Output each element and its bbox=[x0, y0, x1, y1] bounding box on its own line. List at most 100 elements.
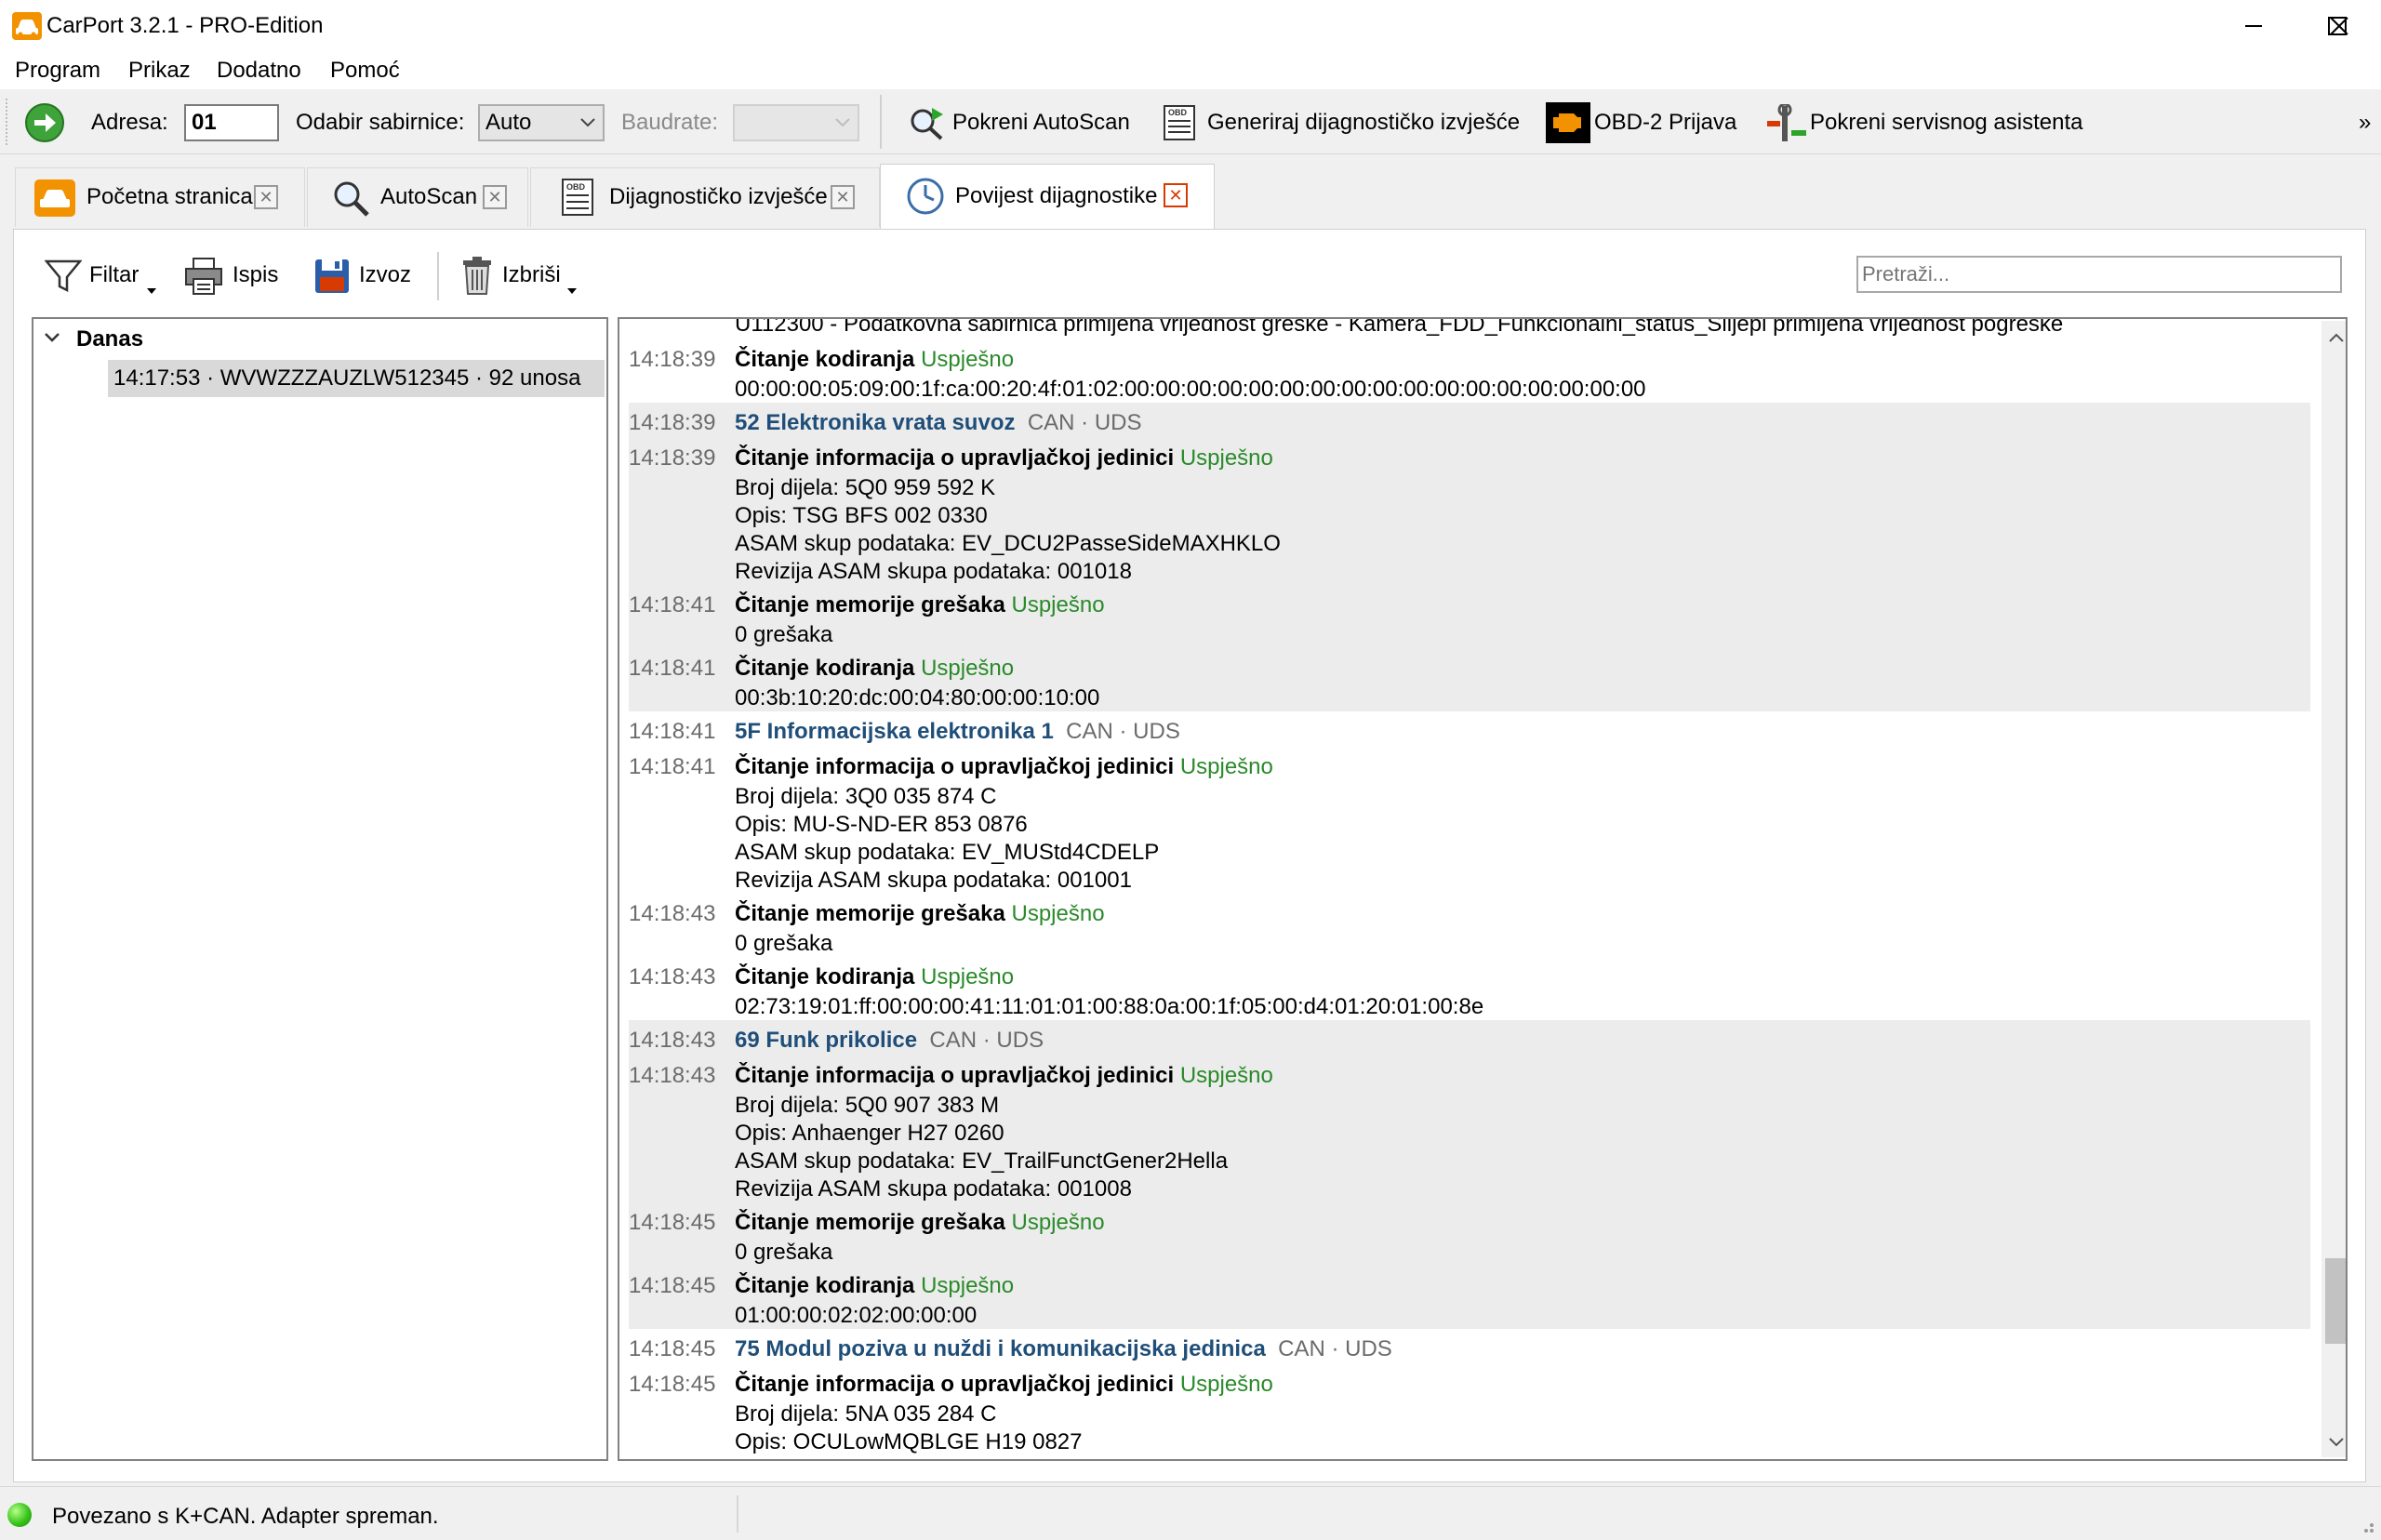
resize-grip[interactable] bbox=[2353, 1507, 2375, 1534]
tab-close-icon[interactable]: ✕ bbox=[254, 185, 278, 209]
log-status: Uspješno bbox=[1011, 592, 1105, 617]
tab-dijagnosticko-izvjesce[interactable]: OBD Dijagnostičko izvješće ✕ bbox=[530, 167, 880, 227]
log-title: Čitanje informacija o upravljačkoj jedin… bbox=[735, 445, 1175, 471]
module-row[interactable]: 14:18:41 5F Informacijska elektronika 1 … bbox=[629, 717, 2310, 747]
address-label: Adresa: bbox=[91, 110, 168, 135]
log-row: Revizija ASAM skupa podataka: 001001 bbox=[629, 866, 2310, 896]
log-detail: 02:73:19:01:ff:00:00:00:41:11:01:01:00:8… bbox=[735, 994, 1484, 1019]
log-row: Revizija ASAM skupa podataka: 001018 bbox=[629, 557, 2310, 587]
title-bar bbox=[0, 0, 2381, 52]
log-detail: 0 grešaka bbox=[735, 931, 833, 956]
log-detail: ASAM skup podataka: EV_TrailFunctGener2H… bbox=[735, 1148, 1229, 1174]
tab-povijest-dijagnostike[interactable]: Povijest dijagnostike ✕ bbox=[880, 164, 1215, 230]
minimize-icon bbox=[2245, 25, 2262, 27]
printer-icon bbox=[185, 258, 222, 295]
connect-button[interactable] bbox=[24, 102, 65, 143]
log-timestamp: 14:18:41 bbox=[629, 719, 716, 744]
log-status: Uspješno bbox=[1179, 754, 1273, 779]
log-timestamp: 14:18:39 bbox=[629, 410, 716, 435]
tree-session-item[interactable]: 14:17:53 · WVWZZZAUZLW512345 · 92 unosa bbox=[108, 360, 605, 397]
log-detail: Revizija ASAM skupa podataka: 001001 bbox=[735, 868, 1132, 893]
log-detail: ASAM skup podataka: EV_MUStd4CDELP bbox=[735, 840, 1160, 865]
autoscan-button[interactable]: Pokreni AutoScan bbox=[904, 100, 1135, 145]
log-row: Opis: OCULowMQBLGE H19 0827 bbox=[629, 1427, 2310, 1457]
log-row: 14:18:39 Čitanje informacija o upravljač… bbox=[629, 444, 2310, 473]
tab-label: AutoScan bbox=[380, 184, 478, 209]
search-input[interactable] bbox=[1856, 256, 2342, 293]
log-timestamp: 14:18:43 bbox=[629, 964, 716, 989]
print-button[interactable]: Ispis bbox=[184, 253, 288, 299]
tab-autoscan[interactable]: AutoScan ✕ bbox=[307, 167, 528, 227]
log-detail: 0 grešaka bbox=[735, 1240, 833, 1265]
obd2-login-button[interactable]: OBD-2 Prijava bbox=[1546, 100, 1737, 145]
clock-icon bbox=[907, 178, 944, 215]
export-button[interactable]: Izvoz bbox=[314, 253, 419, 299]
log-title: Čitanje kodiranja bbox=[735, 964, 915, 989]
log-timestamp: 14:18:45 bbox=[629, 1372, 716, 1397]
log-row: Broj dijela: 5Q0 959 592 K bbox=[629, 473, 2310, 503]
log-detail: 01:00:00:02:02:00:00:00 bbox=[735, 1303, 978, 1328]
log-status: Uspješno bbox=[921, 347, 1015, 372]
tab-close-icon[interactable]: ✕ bbox=[1164, 183, 1188, 207]
module-name: 5F Informacijska elektronika 1 bbox=[735, 719, 1054, 744]
scroll-up-icon[interactable] bbox=[2329, 332, 2344, 343]
menu-program[interactable]: Program bbox=[15, 56, 100, 86]
log-title: Čitanje informacija o upravljačkoj jedin… bbox=[735, 1372, 1175, 1397]
status-text: Povezano s K+CAN. Adapter spreman. bbox=[52, 1504, 439, 1529]
minimize-button[interactable] bbox=[2212, 0, 2295, 52]
tab-label: Povijest dijagnostike bbox=[955, 183, 1158, 208]
baud-select[interactable] bbox=[733, 104, 859, 141]
generate-report-button[interactable]: OBD Generiraj dijagnostičko izvješće bbox=[1161, 100, 1523, 145]
toolbar-separator bbox=[437, 252, 439, 300]
log-row: 0 grešaka bbox=[629, 1238, 2310, 1268]
menu-prikaz[interactable]: Prikaz bbox=[128, 56, 191, 86]
svg-text:OBD: OBD bbox=[1168, 108, 1188, 117]
module-bus: CAN · UDS bbox=[1066, 719, 1180, 744]
log-row: Broj dijela: 3Q0 035 874 C bbox=[629, 782, 2310, 812]
address-input[interactable]: 01 bbox=[184, 104, 279, 141]
tab-close-icon[interactable]: ✕ bbox=[831, 185, 855, 209]
menu-pomoc[interactable]: Pomoć bbox=[330, 56, 400, 86]
log-row: 14:18:45 Čitanje memorije grešaka Uspješ… bbox=[629, 1208, 2310, 1238]
log-detail: Broj dijela: 5Q0 959 592 K bbox=[735, 475, 996, 500]
chevron-down-icon[interactable] bbox=[45, 332, 60, 343]
log-row: 00:3b:10:20:dc:00:04:80:00:00:10:00 bbox=[629, 684, 2310, 713]
toolbar-overflow-button[interactable]: » bbox=[2359, 108, 2371, 138]
scroll-thumb[interactable] bbox=[2325, 1258, 2346, 1344]
baud-label: Baudrate: bbox=[621, 110, 719, 135]
module-name: 69 Funk prikolice bbox=[735, 1028, 918, 1053]
autoscan-magnifier-icon bbox=[911, 108, 943, 140]
log-timestamp: 14:18:43 bbox=[629, 901, 716, 926]
obd2-login-label: OBD-2 Prijava bbox=[1594, 110, 1737, 135]
log-title: Čitanje informacija o upravljačkoj jedin… bbox=[735, 1063, 1175, 1088]
log-title: Čitanje informacija o upravljačkoj jedin… bbox=[735, 754, 1175, 779]
filter-button[interactable]: Filtar bbox=[45, 253, 160, 299]
log-row: 14:18:43 Čitanje informacija o upravljač… bbox=[629, 1061, 2310, 1091]
tree-group-today[interactable]: Danas bbox=[76, 325, 143, 354]
carport-app-icon bbox=[12, 12, 42, 40]
bus-select-value: Auto bbox=[486, 110, 532, 135]
module-row[interactable]: 14:18:43 69 Funk prikolice CAN · UDS bbox=[629, 1026, 2310, 1055]
close-button[interactable] bbox=[2297, 0, 2381, 52]
service-assistant-button[interactable]: Pokreni servisnog asistenta bbox=[1763, 100, 2082, 145]
menu-dodatno[interactable]: Dodatno bbox=[217, 56, 301, 86]
module-bus: CAN · UDS bbox=[1278, 1336, 1392, 1361]
module-row[interactable]: 14:18:39 52 Elektronika vrata suvoz CAN … bbox=[629, 408, 2310, 438]
log-detail: Revizija ASAM skupa podataka: 001008 bbox=[735, 1176, 1132, 1201]
scroll-down-icon[interactable] bbox=[2329, 1437, 2344, 1448]
log-status: Uspješno bbox=[921, 656, 1015, 681]
module-row[interactable]: 14:18:45 75 Modul poziva u nuždi i komun… bbox=[629, 1334, 2310, 1364]
filter-label: Filtar bbox=[89, 262, 140, 287]
export-label: Izvoz bbox=[359, 262, 412, 287]
log-timestamp: 14:18:45 bbox=[629, 1210, 716, 1235]
log-row: 14:18:45 Čitanje informacija o upravljač… bbox=[629, 1370, 2310, 1400]
autoscan-label: Pokreni AutoScan bbox=[952, 110, 1130, 135]
delete-button[interactable]: Izbriši bbox=[458, 253, 584, 299]
log-row: 01:00:00:02:02:00:00:00 bbox=[629, 1301, 2310, 1331]
floppy-disk-icon bbox=[315, 259, 349, 293]
log-status: Uspješno bbox=[1011, 1210, 1105, 1235]
tree-session-label: 14:17:53 · WVWZZZAUZLW512345 · 92 unosa bbox=[113, 365, 581, 391]
tab-pocetna-stranica[interactable]: Početna stranica ✕ bbox=[15, 167, 305, 227]
bus-select[interactable]: Auto bbox=[478, 104, 605, 141]
tab-close-icon[interactable]: ✕ bbox=[483, 185, 507, 209]
